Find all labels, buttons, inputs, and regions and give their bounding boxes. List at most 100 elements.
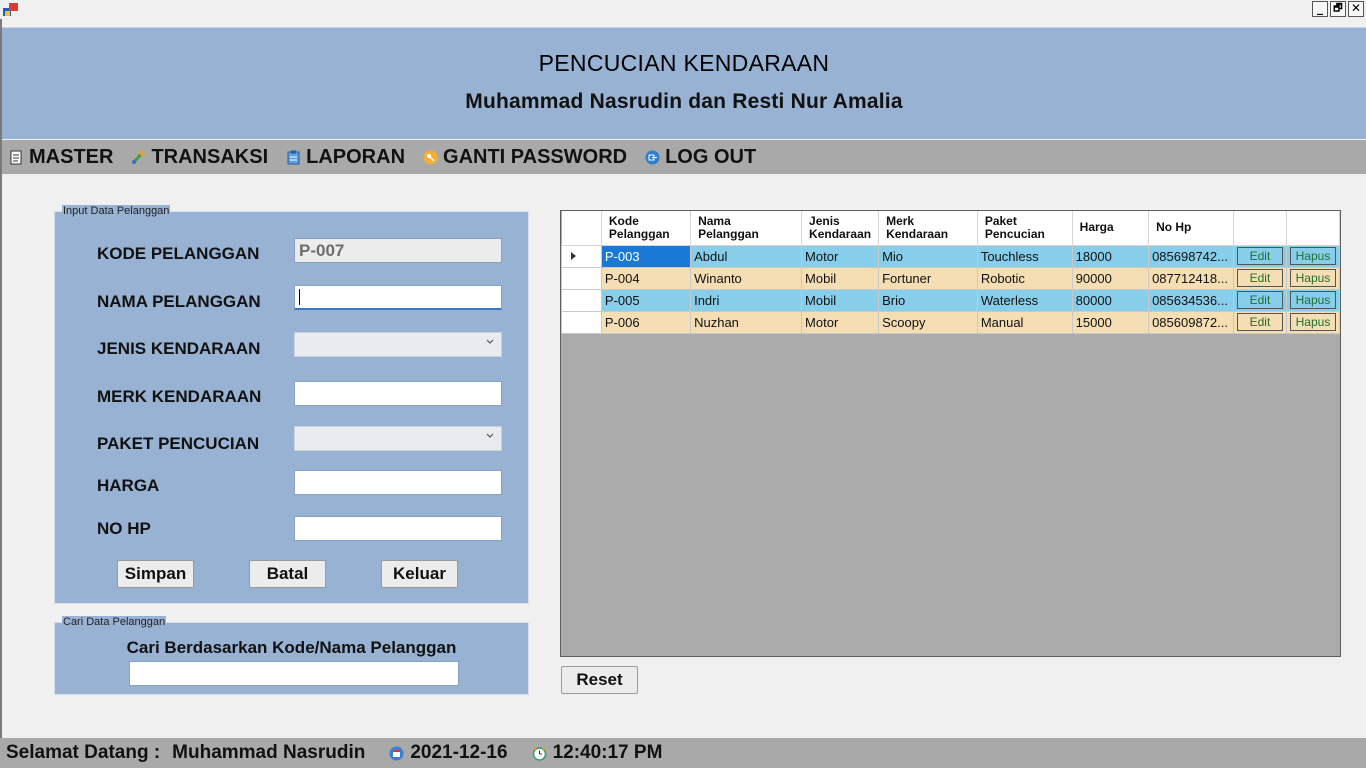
table-row[interactable]: P-003 Abdul Motor Mio Touchless 18000 08…	[561, 244, 1341, 268]
cell-paket[interactable]: Waterless	[976, 288, 1073, 312]
kode-pelanggan-field[interactable]: P-007	[294, 238, 502, 263]
cell-merk[interactable]: Brio	[878, 288, 978, 312]
cell-nama[interactable]: Abdul	[690, 244, 803, 268]
customer-table: Kode Pelanggan Nama Pelanggan Jenis Kendara…	[561, 211, 1341, 334]
edit-button[interactable]: Edit	[1236, 291, 1283, 309]
harga-label: HARGA	[97, 476, 160, 495]
cell-nohp[interactable]: 085609872...	[1148, 310, 1234, 334]
edit-button[interactable]: Edit	[1236, 247, 1283, 265]
row-selector[interactable]	[561, 288, 602, 312]
status-greeting: Selamat Datang : Muhammad Nasrudin	[6, 742, 365, 764]
cell-edit: Edit	[1232, 310, 1287, 334]
menu-label: LOG OUT	[665, 145, 757, 168]
clock-icon	[532, 746, 546, 761]
row-selector[interactable]	[561, 266, 602, 290]
cell-merk[interactable]: Fortuner	[878, 266, 978, 290]
menu-bar: MASTER TRANSAKSI LAPORAN GANTI PASSWORD	[2, 140, 1366, 174]
app-icon	[3, 3, 18, 16]
cell-jenis[interactable]: Motor	[801, 244, 880, 268]
greeting-label: Selamat Datang :	[6, 742, 161, 763]
hapus-button[interactable]: Hapus	[1289, 313, 1336, 331]
edit-button[interactable]: Edit	[1236, 313, 1283, 331]
cell-nohp[interactable]: 087712418...	[1148, 266, 1234, 290]
date-value: 2021-12-16	[410, 742, 508, 763]
cell-harga[interactable]: 90000	[1071, 266, 1150, 290]
column-header-nohp[interactable]: No Hp	[1148, 211, 1234, 246]
logout-icon	[645, 150, 660, 164]
row-selector[interactable]	[561, 244, 602, 268]
cell-jenis[interactable]: Mobil	[801, 288, 880, 312]
batal-button[interactable]: Batal	[249, 560, 326, 588]
edit-button[interactable]: Edit	[1236, 269, 1283, 287]
menu-item-laporan[interactable]: LAPORAN	[286, 146, 405, 169]
jenis-kendaraan-label: JENIS KENDARAAN	[97, 339, 261, 358]
cell-kode[interactable]: P-006	[600, 310, 692, 334]
merk-kendaraan-field[interactable]	[294, 381, 502, 406]
minimize-button[interactable]: _	[1312, 1, 1328, 17]
current-user: Muhammad Nasrudin	[172, 742, 366, 763]
cell-nama[interactable]: Winanto	[690, 266, 803, 290]
column-header-kode[interactable]: Kode Pelanggan	[601, 211, 692, 246]
cell-harga[interactable]: 80000	[1071, 288, 1150, 312]
menu-item-logout[interactable]: LOG OUT	[645, 146, 756, 169]
row-selector[interactable]	[561, 310, 602, 334]
clipboard-icon	[287, 150, 300, 164]
simpan-button[interactable]: Simpan	[117, 560, 194, 588]
jenis-kendaraan-select[interactable]	[294, 332, 502, 357]
cell-kode[interactable]: P-004	[600, 266, 692, 290]
cell-paket[interactable]: Touchless	[976, 244, 1073, 268]
paket-pencucian-select[interactable]	[294, 426, 502, 451]
cell-harga[interactable]: 18000	[1071, 244, 1150, 268]
chevron-down-icon	[486, 339, 494, 344]
menu-item-transaksi[interactable]: TRANSAKSI	[131, 146, 268, 169]
cell-edit: Edit	[1232, 266, 1287, 290]
kode-pelanggan-label: KODE PELANGGAN	[97, 244, 260, 263]
cell-nama[interactable]: Indri	[690, 288, 803, 312]
cell-merk[interactable]: Mio	[878, 244, 978, 268]
cell-hapus: Hapus	[1285, 310, 1341, 334]
close-button[interactable]: ✕	[1348, 1, 1364, 17]
column-header-edit[interactable]	[1233, 211, 1287, 246]
table-row[interactable]: P-004 Winanto Mobil Fortuner Robotic 900…	[561, 266, 1341, 290]
hapus-button[interactable]: Hapus	[1289, 269, 1336, 287]
column-header-nama[interactable]: Nama Pelanggan	[690, 211, 803, 246]
cell-merk[interactable]: Scoopy	[878, 310, 978, 334]
menu-label: TRANSAKSI	[151, 145, 269, 168]
customer-data-grid: Kode Pelanggan Nama Pelanggan Jenis Kendara…	[560, 210, 1341, 657]
cell-kode[interactable]: P-005	[600, 288, 692, 312]
column-header-harga[interactable]: Harga	[1072, 211, 1150, 246]
cell-harga[interactable]: 15000	[1071, 310, 1150, 334]
table-row[interactable]: P-005 Indri Mobil Brio Waterless 80000 0…	[561, 288, 1341, 312]
group-caption: Cari Data Pelanggan	[62, 616, 167, 629]
cell-paket[interactable]: Robotic	[976, 266, 1073, 290]
header-banner: PENCUCIAN KENDARAAN Muhammad Nasrudin da…	[2, 27, 1366, 139]
cell-nama[interactable]: Nuzhan	[690, 310, 803, 334]
menu-item-master[interactable]: MASTER	[9, 146, 113, 169]
cell-nohp[interactable]: 085698742...	[1148, 244, 1234, 268]
page-subtitle: Muhammad Nasrudin dan Resti Nur Amalia	[465, 90, 903, 113]
nama-pelanggan-field[interactable]	[294, 285, 502, 310]
table-row[interactable]: P-006 Nuzhan Motor Scoopy Manual 15000 0…	[561, 310, 1341, 334]
column-header-hapus[interactable]	[1286, 211, 1341, 246]
no-hp-field[interactable]	[294, 516, 502, 541]
keluar-button[interactable]: Keluar	[381, 560, 458, 588]
cell-jenis[interactable]: Mobil	[801, 266, 880, 290]
hapus-button[interactable]: Hapus	[1289, 247, 1336, 265]
cell-kode[interactable]: P-003	[600, 244, 692, 268]
column-header-paket[interactable]: Paket Pencucian	[977, 211, 1073, 246]
chevron-down-icon	[486, 433, 494, 438]
column-header-merk[interactable]: Merk Kendaraan	[878, 211, 978, 246]
harga-field[interactable]	[294, 470, 502, 495]
cell-paket[interactable]: Manual	[976, 310, 1073, 334]
cell-nohp[interactable]: 085634536...	[1148, 288, 1234, 312]
column-header-jenis[interactable]: Jenis Kendaraan	[801, 211, 880, 246]
status-time: 12:40:17 PM	[532, 742, 662, 764]
cell-jenis[interactable]: Motor	[801, 310, 880, 334]
hapus-button[interactable]: Hapus	[1289, 291, 1336, 309]
search-input[interactable]	[129, 661, 459, 686]
restore-button[interactable]: 🗗	[1330, 1, 1346, 17]
menu-item-ganti-password[interactable]: GANTI PASSWORD	[423, 146, 627, 169]
search-label: Cari Berdasarkan Kode/Nama Pelanggan	[126, 638, 457, 657]
page-title: PENCUCIAN KENDARAAN	[538, 50, 830, 76]
reset-button[interactable]: Reset	[561, 666, 638, 694]
